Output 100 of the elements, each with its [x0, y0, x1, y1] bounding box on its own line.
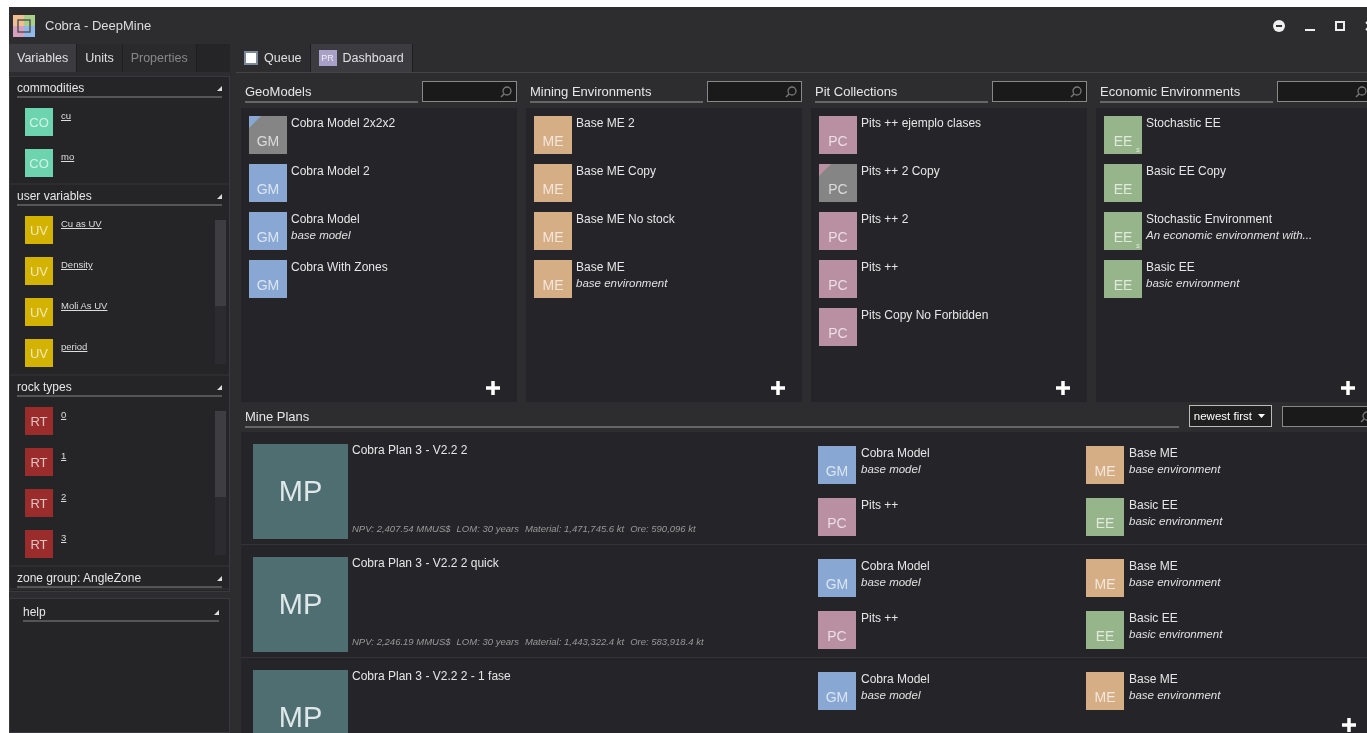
sidebar-tab[interactable]: Units — [77, 44, 123, 72]
list-item[interactable]: ME Base ME No stock — [534, 212, 802, 250]
list-item[interactable]: EE Basic EE basic environment — [1104, 260, 1367, 298]
section-header[interactable]: help — [23, 605, 219, 622]
search-icon — [1070, 86, 1082, 98]
list-item[interactable]: GM Cobra Model 2 — [249, 164, 517, 202]
item-description: An economic environment with... — [1146, 229, 1313, 241]
variable-link[interactable]: 3 — [61, 532, 67, 543]
item-name: Cobra Model 2 — [291, 164, 370, 178]
item-name: Cobra Model — [291, 212, 360, 226]
search-icon — [785, 86, 797, 98]
item-badge: ME — [534, 212, 572, 250]
item-description: base model — [861, 576, 922, 588]
item-badge: PC — [819, 116, 857, 154]
plan-stat: Material: 1,443,322.4 kt — [524, 636, 625, 647]
search-icon — [1355, 86, 1367, 98]
item-name: Base ME 2 — [576, 116, 635, 130]
item-name: Basic EE Copy — [1146, 164, 1227, 178]
corner-flag — [819, 164, 831, 176]
item-name[interactable]: Cobra Model — [861, 672, 930, 686]
search-field[interactable] — [422, 81, 517, 102]
add-icon[interactable] — [1055, 380, 1071, 396]
variable-link[interactable]: 2 — [61, 491, 67, 502]
maximize-icon[interactable] — [1335, 20, 1345, 31]
stochastic-mark: s — [1136, 241, 1140, 250]
item-badge: ME — [1086, 446, 1124, 484]
item-name[interactable]: Basic EE — [1129, 498, 1223, 512]
item-badge: PC — [819, 308, 857, 346]
list-item[interactable]: ME Base ME 2 — [534, 116, 802, 154]
panel-title: Mine Plans — [245, 409, 1179, 428]
list-item[interactable]: GM Cobra With Zones — [249, 260, 517, 298]
item-name[interactable]: Base ME — [1129, 446, 1221, 460]
document-tab[interactable]: PR Dashboard — [310, 44, 413, 72]
item-name[interactable]: Pits ++ — [861, 611, 899, 625]
list-item[interactable]: EE Basic EE Copy — [1104, 164, 1367, 202]
item-name[interactable]: Base ME — [1129, 672, 1221, 686]
list-item[interactable]: PC Pits ++ 2 Copy — [819, 164, 1087, 202]
list-item[interactable]: GM Cobra Model base model — [249, 212, 517, 250]
variable-link[interactable]: Density — [61, 259, 93, 270]
search-field[interactable] — [1282, 406, 1367, 427]
add-icon[interactable] — [770, 380, 786, 396]
item-badge: PC — [819, 164, 857, 202]
variable-link[interactable]: 0 — [61, 409, 67, 420]
list-item[interactable]: PC Pits ++ — [819, 260, 1087, 298]
section-header[interactable]: rock types — [17, 380, 222, 397]
plan-stat: Material: 1,471,745.6 kt — [524, 523, 625, 534]
list-item[interactable]: PC Pits Copy No Forbidden — [819, 308, 1087, 346]
section-header[interactable]: user variables — [17, 189, 222, 206]
variable-link[interactable]: Cu as UV — [61, 218, 102, 229]
item-badge: EE — [1104, 260, 1142, 298]
item-badge: EE s — [1104, 212, 1142, 250]
item-badge: GM — [818, 672, 856, 710]
item-name[interactable]: Pits ++ — [861, 498, 899, 512]
item-badge: ME — [1086, 559, 1124, 597]
corner-flag — [249, 116, 261, 128]
scrollbar[interactable] — [215, 411, 226, 555]
add-icon[interactable] — [1341, 717, 1357, 733]
variable-link[interactable]: mo — [61, 151, 75, 162]
tab-badge: PR — [318, 50, 337, 66]
item-name[interactable]: Cobra Model — [861, 559, 930, 573]
section-header[interactable]: zone group: AngleZone — [17, 571, 222, 588]
list-item[interactable]: EE s Stochastic EE — [1104, 116, 1367, 154]
item-description: base environment — [1129, 689, 1221, 701]
item-name: Pits ++ — [861, 260, 899, 274]
variable-link[interactable]: 1 — [61, 450, 67, 461]
search-field[interactable] — [1277, 81, 1367, 102]
plan-stat: NPV: 2,407.54 MMUS$ — [352, 523, 451, 534]
item-badge: GM — [249, 116, 287, 154]
item-badge: ME — [1086, 672, 1124, 710]
variable-link[interactable]: cu — [61, 110, 72, 121]
item-badge: ME — [534, 260, 572, 298]
variable-link[interactable]: period — [61, 341, 88, 352]
list-item[interactable]: EE s Stochastic Environment An economic environment with... — [1104, 212, 1367, 250]
sort-dropdown[interactable]: newest first — [1188, 405, 1272, 427]
search-field[interactable] — [707, 81, 802, 102]
item-description: base model — [861, 689, 922, 701]
search-field[interactable] — [992, 81, 1087, 102]
list-item[interactable]: PC Pits ++ 2 — [819, 212, 1087, 250]
panel-title: GeoModels — [245, 84, 418, 103]
item-name[interactable]: Base ME — [1129, 559, 1221, 573]
scrollbar[interactable] — [215, 220, 226, 364]
plan-title[interactable]: Cobra Plan 3 - V2.2 2 quick — [352, 556, 818, 570]
item-name: Pits ++ ejemplo clases — [861, 116, 982, 130]
add-icon[interactable] — [1340, 380, 1356, 396]
list-item[interactable]: GM Cobra Model 2x2x2 — [249, 116, 517, 154]
item-name[interactable]: Cobra Model — [861, 446, 930, 460]
sidebar-tab[interactable]: Variables — [9, 44, 78, 72]
list-item[interactable]: PC Pits ++ ejemplo clases — [819, 116, 1087, 154]
item-badge: ME — [534, 164, 572, 202]
section-header[interactable]: commodities — [17, 81, 222, 98]
item-name: Stochastic EE — [1146, 116, 1221, 130]
add-icon[interactable] — [485, 380, 501, 396]
variable-link[interactable]: Moli As UV — [61, 300, 108, 311]
plan-title[interactable]: Cobra Plan 3 - V2.2 2 — [352, 443, 818, 457]
item-name[interactable]: Basic EE — [1129, 611, 1223, 625]
plan-title[interactable]: Cobra Plan 3 - V2.2 2 - 1 fase — [352, 669, 818, 683]
item-name: Pits ++ 2 Copy — [861, 164, 940, 178]
item-name: Base ME — [576, 260, 626, 274]
list-item[interactable]: ME Base ME Copy — [534, 164, 802, 202]
list-item[interactable]: ME Base ME base environment — [534, 260, 802, 298]
